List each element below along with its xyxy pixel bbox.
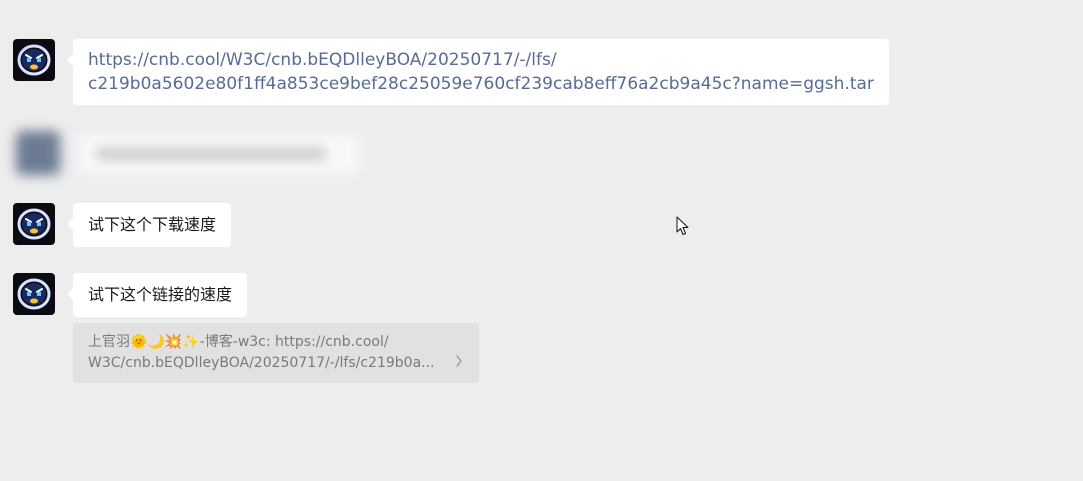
robot-avatar-graphic: [17, 208, 51, 240]
quote-text-line-2: W3C/cnb.bEQDlleyBOA/20250717/-/lfs/c219b…: [88, 355, 435, 371]
message-row-link: https://cnb.cool/W3C/cnb.bEQDlleyBOA/202…: [13, 39, 889, 105]
blurred-text: [96, 148, 326, 160]
robot-avatar-graphic: [17, 278, 51, 310]
quote-text-line-1: 上官羽🌞🌙💥✨-博客-w3c: https://cnb.cool/: [88, 334, 389, 350]
chevron-right-icon[interactable]: [455, 355, 463, 367]
message-text: 试下这个链接的速度: [88, 285, 233, 304]
message-row-text: 试下这个下载速度: [13, 203, 232, 247]
quoted-message[interactable]: 上官羽🌞🌙💥✨-博客-w3c: https://cnb.cool/ W3C/cn…: [73, 323, 479, 383]
link-message-bubble[interactable]: https://cnb.cool/W3C/cnb.bEQDlleyBOA/202…: [67, 39, 889, 105]
blurred-avatar: [16, 131, 60, 175]
message-row-text: 试下这个链接的速度: [13, 273, 248, 317]
robot-avatar-graphic: [17, 44, 51, 76]
text-message-bubble[interactable]: 试下这个下载速度: [66, 203, 232, 247]
mouse-cursor-icon: [676, 216, 689, 235]
link-text-line-2[interactable]: c219b0a5602e80f1ff4a853ce9bef28c25059e76…: [88, 72, 874, 96]
message-text: 试下这个下载速度: [88, 215, 217, 234]
robot-avatar-icon[interactable]: [13, 273, 55, 315]
blurred-message: [8, 119, 388, 189]
link-text-line-1[interactable]: https://cnb.cool/W3C/cnb.bEQDlleyBOA/202…: [88, 48, 874, 72]
robot-avatar-icon[interactable]: [13, 203, 55, 245]
robot-avatar-icon[interactable]: [13, 39, 55, 81]
text-message-bubble[interactable]: 试下这个链接的速度: [66, 273, 248, 317]
